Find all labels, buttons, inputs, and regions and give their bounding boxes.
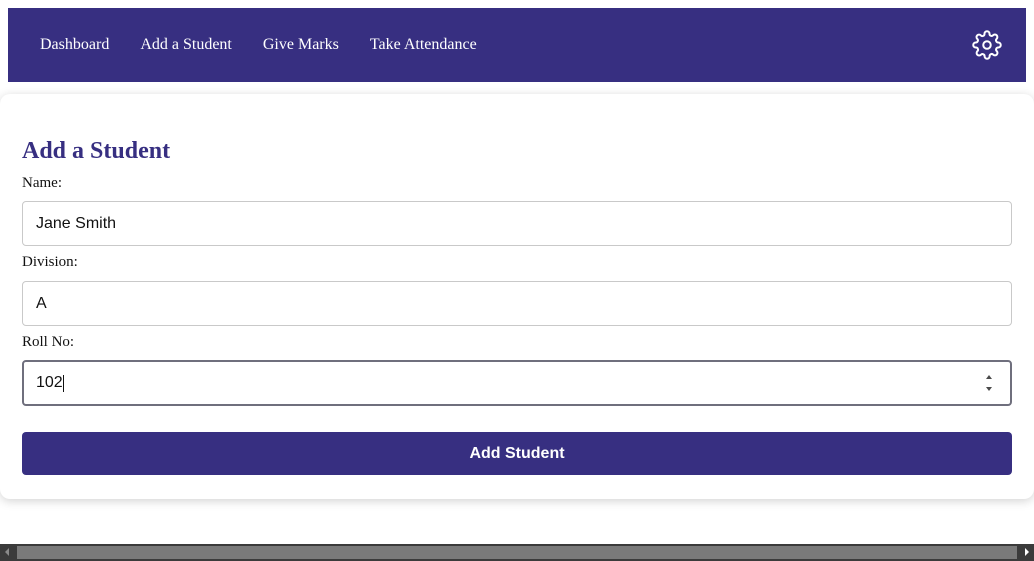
scrollbar-thumb[interactable] <box>17 546 1017 559</box>
roll-no-label: Roll No: <box>22 334 75 350</box>
scroll-left-icon[interactable] <box>5 548 9 556</box>
roll-no-input[interactable] <box>22 360 1012 406</box>
scroll-right-icon[interactable] <box>1025 548 1029 556</box>
nav-take-attendance-link[interactable]: Take Attendance <box>370 36 477 54</box>
horizontal-scrollbar[interactable] <box>0 544 1034 561</box>
add-student-card: Add a Student Name: Division: Roll No: A… <box>0 94 1034 499</box>
text-cursor <box>63 375 64 392</box>
stepper-down-icon[interactable] <box>986 387 992 391</box>
top-navbar: Dashboard Add a Student Give Marks Take … <box>8 8 1026 82</box>
page-title: Add a Student <box>22 138 171 164</box>
division-input[interactable] <box>22 281 1012 326</box>
nav-dashboard-link[interactable]: Dashboard <box>40 36 109 54</box>
nav-add-student-link[interactable]: Add a Student <box>140 36 232 54</box>
add-student-button[interactable]: Add Student <box>22 432 1012 475</box>
name-label: Name: <box>22 175 62 191</box>
nav-give-marks-link[interactable]: Give Marks <box>263 36 339 54</box>
division-label: Division: <box>22 254 78 270</box>
gear-icon[interactable] <box>972 30 1002 60</box>
stepper-up-icon[interactable] <box>986 375 992 379</box>
name-input[interactable] <box>22 201 1012 246</box>
nav-links: Dashboard Add a Student Give Marks Take … <box>40 36 508 54</box>
roll-no-stepper[interactable] <box>983 375 995 391</box>
